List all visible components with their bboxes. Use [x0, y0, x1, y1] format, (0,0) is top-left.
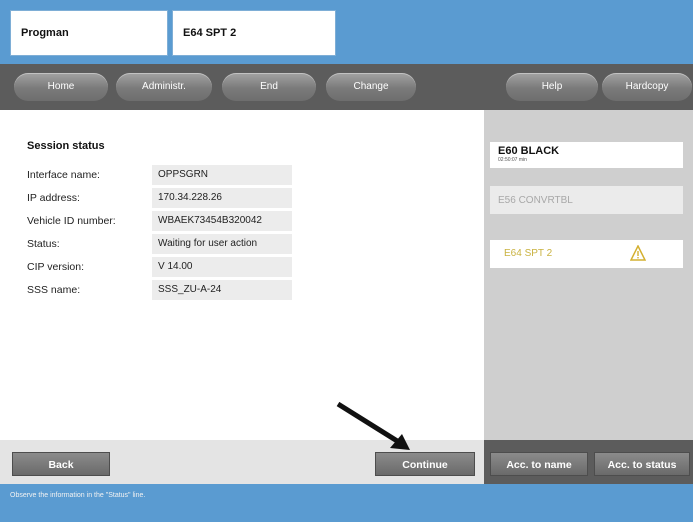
vehicle-name: E56 CONVRTBL [498, 195, 573, 206]
hardcopy-button[interactable]: Hardcopy [602, 73, 692, 101]
sort-by-status-button[interactable]: Acc. to status [594, 452, 690, 476]
info-value: SSS_ZU-A-24 [152, 280, 292, 300]
home-button[interactable]: Home [14, 73, 108, 101]
status-bar: Observe the information in the "Status" … [0, 484, 693, 522]
info-label: Status: [27, 238, 60, 250]
change-button[interactable]: Change [326, 73, 416, 101]
vehicle-card-e64[interactable]: E64 SPT 2 [490, 240, 683, 268]
administration-button[interactable]: Administr. [116, 73, 212, 101]
info-label: CIP version: [27, 261, 84, 273]
back-button[interactable]: Back [12, 452, 110, 476]
section-title: Session status [27, 140, 105, 152]
nav-toolbar: Home Administr. End Change Help Hardcopy [0, 64, 693, 110]
help-button[interactable]: Help [506, 73, 598, 101]
info-label: Interface name: [27, 169, 100, 181]
vehicle-list-panel: E60 BLACK 02:50:07 min E56 CONVRTBL E64 … [484, 110, 693, 440]
info-label: IP address: [27, 192, 80, 204]
vehicle-card-e56[interactable]: E56 CONVRTBL [490, 186, 683, 214]
vehicle-card-e60[interactable]: E60 BLACK 02:50:07 min [490, 142, 683, 168]
pointer-arrow-icon [336, 401, 410, 450]
warning-icon [630, 245, 646, 261]
session-status-panel: Session status Interface name: OPPSGRN I… [0, 110, 484, 440]
vehicle-name: E64 SPT 2 [504, 248, 553, 259]
info-value: 170.34.228.26 [152, 188, 292, 208]
info-row: CIP version: V 14.00 [27, 257, 307, 279]
end-button[interactable]: End [222, 73, 316, 101]
info-row: Status: Waiting for user action [27, 234, 307, 256]
app-title-tab: Progman [10, 10, 168, 56]
info-row: Interface name: OPPSGRN [27, 165, 307, 187]
vehicle-title-tab: E64 SPT 2 [172, 10, 336, 56]
status-message: Observe the information in the "Status" … [10, 492, 146, 499]
vehicle-name: E60 BLACK [498, 145, 560, 157]
info-value: V 14.00 [152, 257, 292, 277]
info-row: IP address: 170.34.228.26 [27, 188, 307, 210]
info-value: Waiting for user action [152, 234, 292, 254]
header-bar: Progman E64 SPT 2 [0, 0, 693, 64]
info-label: Vehicle ID number: [27, 215, 116, 227]
info-value: OPPSGRN [152, 165, 292, 185]
info-row: SSS name: SSS_ZU-A-24 [27, 280, 307, 302]
info-row: Vehicle ID number: WBAEK73454B320042 [27, 211, 307, 233]
vehicle-duration: 02:50:07 min [498, 157, 527, 163]
info-value: WBAEK73454B320042 [152, 211, 292, 231]
sort-by-name-button[interactable]: Acc. to name [490, 452, 588, 476]
info-label: SSS name: [27, 284, 81, 296]
